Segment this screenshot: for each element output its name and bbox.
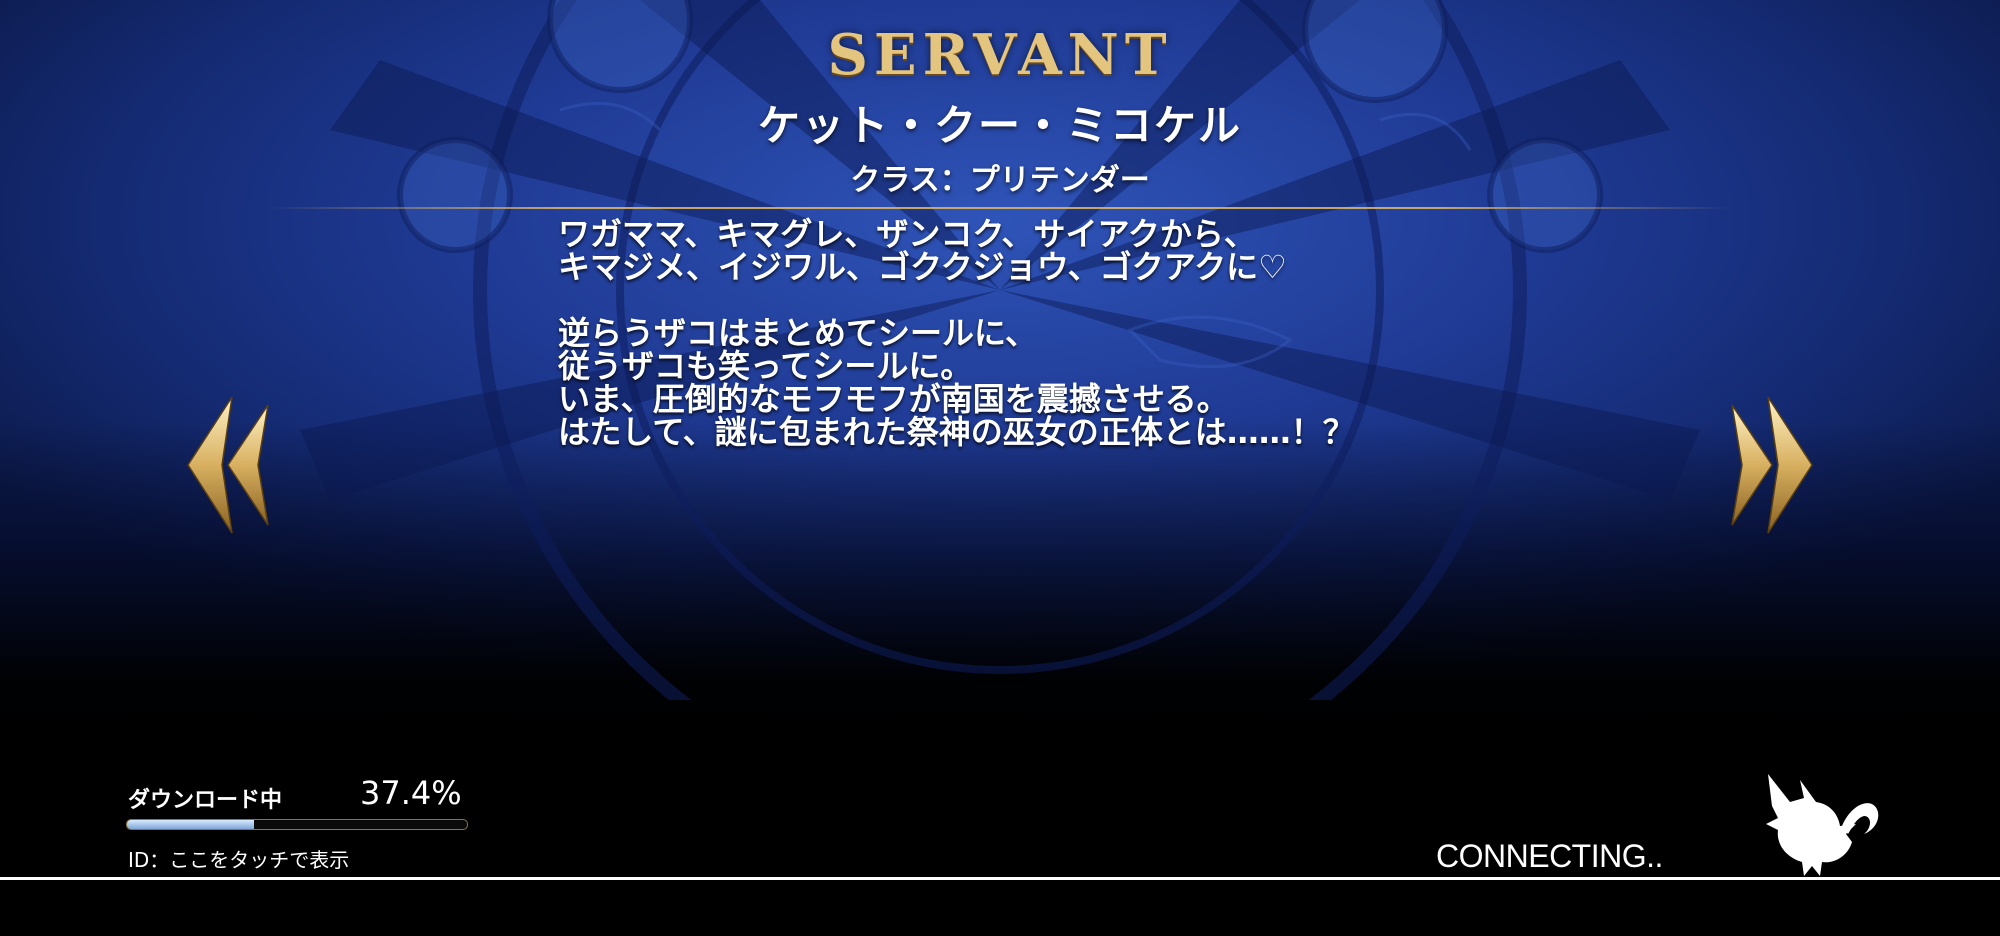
double-chevron-right-icon — [1731, 396, 1813, 534]
divider-line — [270, 207, 1730, 209]
download-status-label: ダウンロード中 — [128, 788, 283, 813]
section-title: SERVANT — [827, 22, 1173, 88]
description-line: いま、圧倒的なモフモフが南国を震撼させる。 — [558, 380, 1229, 418]
description-line: 逆らうザコはまとめてシールに、 — [558, 314, 1038, 352]
description-line: はたして、謎に包まれた祭神の巫女の正体とは……！？ — [558, 413, 1355, 451]
servant-class-label: クラス：プリテンダー — [850, 163, 1150, 198]
next-button[interactable] — [1728, 395, 1818, 535]
description-line: 従うザコも笑ってシールに。 — [558, 347, 973, 385]
description-line: ワガママ、キマグレ、ザンコク、サイアクから、 — [558, 215, 1256, 253]
loading-screen: SERVANT ケット・クー・ミコケル クラス：プリテンダー ワガママ、キマグレ… — [0, 0, 2000, 877]
download-percentage: 37.4% — [360, 774, 462, 812]
fou-silhouette-icon — [1766, 774, 1879, 876]
previous-button[interactable] — [182, 395, 272, 535]
bottom-bar — [0, 877, 2000, 936]
servant-name: ケット・クー・ミコケル — [757, 101, 1242, 150]
connecting-status: CONNECTING.. — [1436, 838, 1663, 874]
download-progress-fill — [127, 820, 255, 829]
double-chevron-left-icon — [187, 396, 269, 534]
description-line: キマジメ、イジワル、ゴククジョウ、ゴクアクに♡ — [558, 248, 1287, 286]
download-progress-bar — [126, 819, 468, 830]
servant-description: ワガママ、キマグレ、ザンコク、サイアクから、 キマジメ、イジワル、ゴククジョウ、… — [558, 218, 1558, 449]
show-id-button[interactable]: ID：ここをタッチで表示 — [128, 844, 349, 873]
